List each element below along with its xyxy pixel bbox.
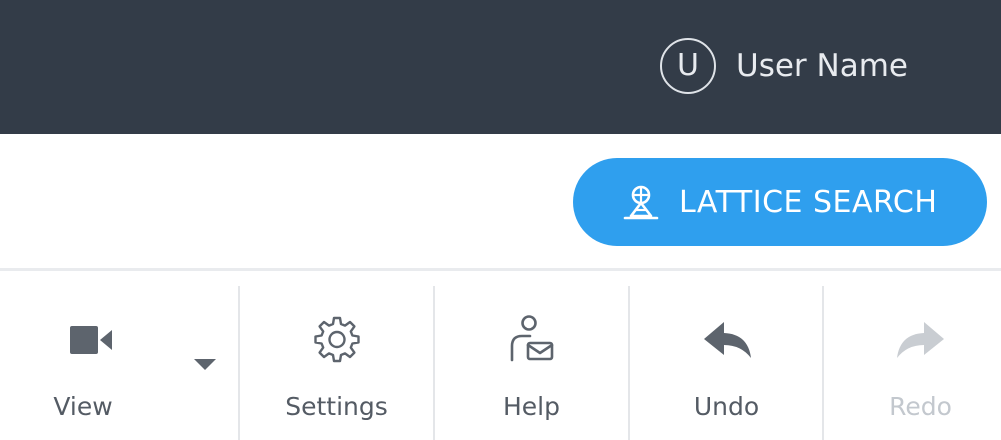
user-avatar: U [660, 38, 716, 94]
chevron-down-icon[interactable] [192, 356, 218, 372]
video-camera-icon [70, 326, 112, 354]
top-bar: U User Name [0, 0, 1001, 134]
lattice-search-button[interactable]: LATTICE SEARCH [573, 158, 987, 246]
help-button[interactable]: Help [435, 286, 628, 440]
toolbar-divider [0, 268, 1001, 271]
view-button[interactable]: View [0, 286, 238, 440]
redo-label: Redo [889, 392, 952, 421]
undo-arrow-icon [703, 322, 751, 358]
undo-button[interactable]: Undo [630, 286, 823, 440]
undo-label: Undo [693, 392, 760, 421]
toolbar: View Settings Help Undo Redo [0, 286, 1001, 440]
settings-label: Settings [285, 392, 388, 421]
redo-button[interactable]: Redo [824, 286, 1001, 440]
gear-icon [313, 316, 360, 363]
settings-button[interactable]: Settings [240, 286, 433, 440]
user-menu[interactable]: U User Name [660, 36, 908, 96]
lattice-search-label: LATTICE SEARCH [679, 184, 938, 220]
view-label: View [53, 392, 113, 421]
lattice-icon [623, 185, 659, 220]
search-area: LATTICE SEARCH [0, 134, 1001, 268]
person-mail-icon [510, 315, 553, 362]
user-name: User Name [736, 48, 908, 84]
redo-arrow-icon [896, 322, 944, 358]
help-label: Help [503, 392, 560, 421]
